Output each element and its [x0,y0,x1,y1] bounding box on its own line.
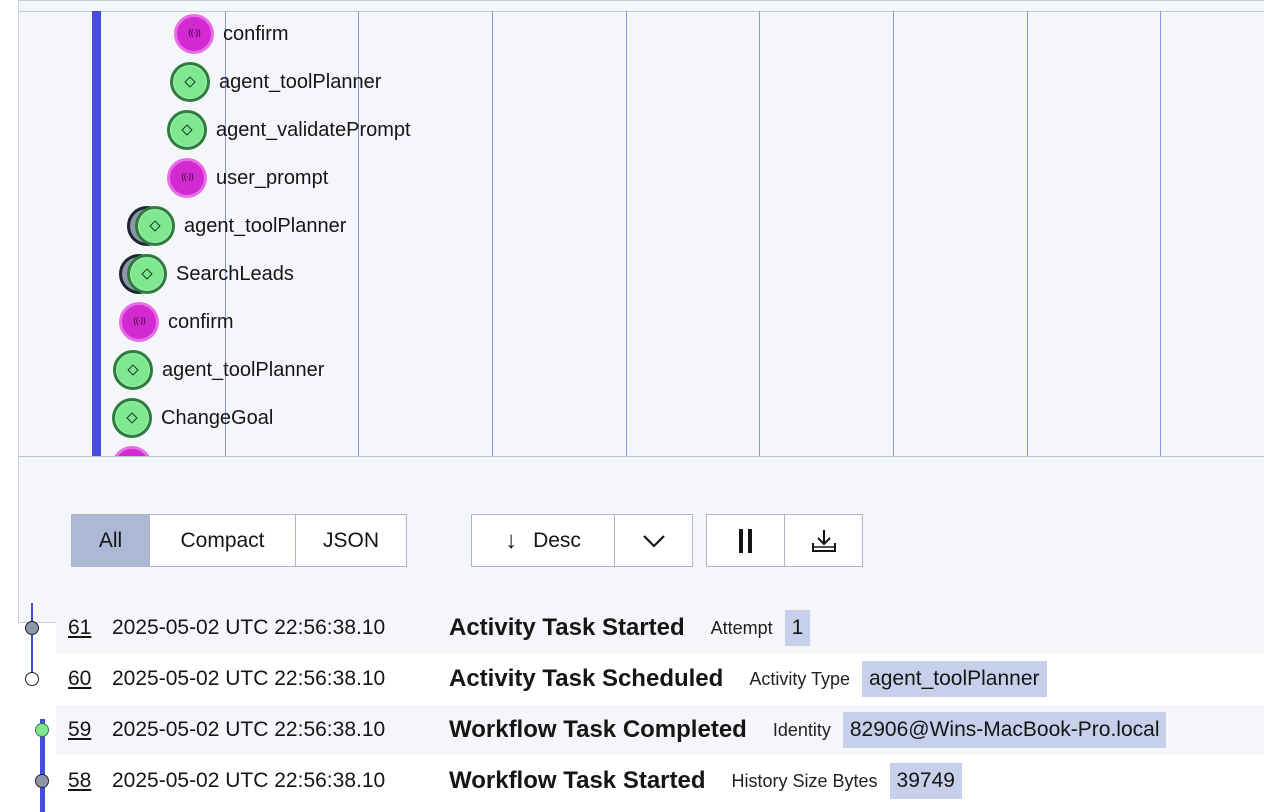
event-detail-value: agent_toolPlanner [862,661,1047,697]
event-status-dot [25,672,39,686]
event-time: 2025-05-02 UTC 22:56:38.10 [112,616,386,639]
event-detail-key: History Size Bytes [731,770,878,791]
timeline-node-label: ChangeGoal [161,406,274,429]
timeline-node-label: agent_validatePrompt [216,118,411,141]
event-type: Activity Task Scheduled [449,665,724,692]
sort-dropdown-button[interactable] [615,515,692,566]
view-all-button[interactable]: All [72,515,150,566]
event-id-link[interactable]: 61 [56,616,112,640]
diamond-icon [135,206,175,246]
event-status-dot [35,723,49,737]
signal-icon: ((·)) [167,158,207,198]
timeline-node-activity[interactable]: ChangeGoal [112,398,273,438]
timeline-grid-line [1160,11,1161,456]
event-row[interactable]: 58 2025-05-02 UTC 22:56:38.10 Workflow T… [56,756,1264,806]
pause-button[interactable] [707,515,785,566]
event-detail-value: 39749 [889,763,962,799]
event-type: Activity Task Started [449,614,685,641]
event-history-list: 61 2025-05-02 UTC 22:56:38.10 Activity T… [0,603,1264,812]
signal-icon [112,446,152,456]
timeline-node-activity[interactable]: agent_toolPlanner [113,350,324,390]
event-id-link[interactable]: 59 [56,718,112,742]
timeline-node-signal[interactable]: ((·)) confirm [174,14,289,54]
workflow-timeline-bar [92,11,101,456]
view-compact-button[interactable]: Compact [150,515,296,566]
event-time: 2025-05-02 UTC 22:56:38.10 [112,667,386,690]
view-mode-toggle: All Compact JSON [71,514,407,567]
timeline-grid-line [492,11,493,456]
sort-desc-button[interactable]: ↓ Desc [472,515,615,566]
event-time: 2025-05-02 UTC 22:56:38.10 [112,718,386,741]
event-id-link[interactable]: 58 [56,769,112,793]
download-button[interactable] [785,515,862,566]
sort-order-control: ↓ Desc [471,514,693,567]
diamond-icon [167,110,207,150]
timeline-node-activity[interactable]: agent_toolPlanner [170,62,381,102]
event-detail-value: 82906@Wins-MacBook-Pro.local [842,712,1167,748]
diamond-icon [170,62,210,102]
timeline-node-activity[interactable]: SearchLeads [119,254,294,294]
signal-icon: ((·)) [174,14,214,54]
event-row[interactable]: 61 2025-05-02 UTC 22:56:38.10 Activity T… [56,603,1264,653]
history-actions [706,514,863,567]
pause-icon [739,528,752,553]
timeline-grid-line [626,11,627,456]
timeline-node-label: SearchLeads [176,262,294,285]
timeline-node-activity[interactable]: agent_validatePrompt [167,110,411,150]
event-row[interactable]: 60 2025-05-02 UTC 22:56:38.10 Activity T… [56,654,1264,704]
timeline-grid-line [759,11,760,456]
timeline-node-label: agent_toolPlanner [219,70,382,93]
arrow-down-icon: ↓ [505,526,518,554]
event-type: Workflow Task Started [449,767,706,794]
event-type: Workflow Task Completed [449,716,747,743]
timeline-node-label: agent_toolPlanner [184,214,347,237]
event-detail-value: 1 [784,610,811,646]
event-detail-key: Activity Type [749,668,851,689]
event-time: 2025-05-02 UTC 22:56:38.10 [112,769,386,792]
timeline-node-activity[interactable]: agent_toolPlanner [127,206,346,246]
timeline-node-label: agent_toolPlanner [162,358,325,381]
event-rail-branch [31,603,33,675]
event-status-dot [35,774,49,788]
chevron-down-icon [642,534,665,548]
timeline-panel: ((·)) confirm agent_toolPlanner agent_va… [18,0,1264,457]
signal-icon: ((·)) [119,302,159,342]
event-row[interactable]: 59 2025-05-02 UTC 22:56:38.10 Workflow T… [56,705,1264,755]
timeline-grid-line [893,11,894,456]
timeline-grid-line [1027,11,1028,456]
timeline-node-signal[interactable]: ((·)) confirm [119,302,234,342]
event-id-link[interactable]: 60 [56,667,112,691]
event-history-controls: All Compact JSON ↓ Desc [18,457,1264,623]
diamond-icon [127,254,167,294]
timeline-node-label: confirm [223,22,289,45]
event-status-dot [25,621,39,635]
timeline-node-signal[interactable] [112,446,152,456]
sort-label: Desc [533,528,581,552]
timeline-top-rule [19,11,1264,12]
event-detail-key: Identity [772,719,831,740]
view-json-button[interactable]: JSON [296,515,406,566]
timeline-node-signal[interactable]: ((·)) user_prompt [167,158,328,198]
download-icon [811,529,836,552]
event-detail-key: Attempt [710,617,773,638]
timeline-node-label: user_prompt [216,166,329,189]
timeline-node-label: confirm [168,310,234,333]
diamond-icon [112,398,152,438]
diamond-icon [113,350,153,390]
